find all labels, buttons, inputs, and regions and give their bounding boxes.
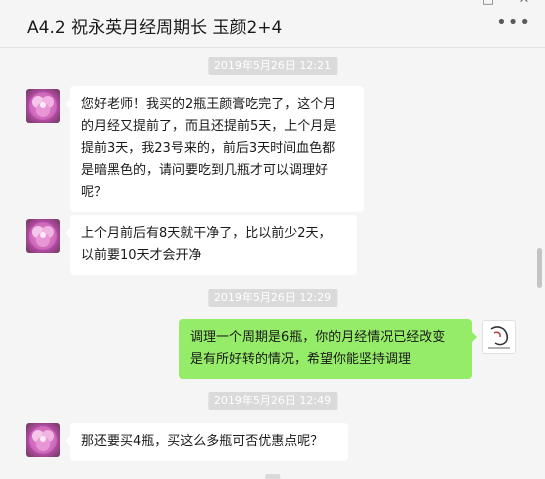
chat-title: A4.2 祝永英月经周期长 玉颜2+4: [27, 18, 283, 38]
chat-header: A4.2 祝永英月经周期长 玉颜2+4 − □ ✕ •••: [0, 0, 545, 48]
avatar[interactable]: [26, 219, 60, 253]
maximize-icon[interactable]: □: [481, 0, 495, 8]
avatar[interactable]: [26, 423, 60, 457]
message-text: 以前要10天才会开净: [81, 248, 202, 263]
message-bubble[interactable]: 上个月前后有8天就干净了，比以前少2天， 以前要10天才会开净: [65, 215, 357, 275]
message-text: 调理一个周期是6瓶，你的月经情况已经改变: [190, 330, 446, 345]
avatar[interactable]: [26, 89, 60, 123]
timestamp: [264, 474, 281, 479]
close-icon[interactable]: ✕: [517, 0, 531, 8]
message-text: 呢？: [81, 185, 108, 200]
timestamp: 2019年5月26日 12:29: [207, 289, 338, 307]
timestamp: 2019年5月26日 12:49: [207, 392, 338, 410]
flower-icon: [29, 92, 57, 120]
message-bubble[interactable]: 您好老师！我买的2瓶王颜膏吃完了，这个月 的月经又提前了，而且还提前5天，上个月…: [65, 86, 364, 212]
message-bubble[interactable]: 那还要买4瓶，买这么多瓶可否优惠点呢？: [65, 423, 348, 461]
timestamp: 2019年5月26日 12:21: [207, 57, 338, 75]
minimize-icon[interactable]: −: [445, 0, 459, 8]
message-text: 那还要买4瓶，买这么多瓶可否优惠点呢？: [81, 434, 324, 449]
flower-icon: [29, 222, 57, 250]
window-controls: − □ ✕: [445, 0, 531, 8]
message-text: 您好老师！我买的2瓶王颜膏吃完了，这个月: [81, 97, 337, 112]
avatar[interactable]: [482, 320, 516, 354]
message-text: 是暗黑色的，请问要吃到几瓶才可以调理好: [81, 163, 329, 178]
more-icon[interactable]: •••: [496, 14, 531, 32]
message-text: 是有所好转的情况，希望你能坚持调理: [190, 352, 412, 367]
message-text: 提前3天，我23号来的，前后3天时间血色都: [81, 141, 336, 156]
message-bubble[interactable]: 调理一个周期是6瓶，你的月经情况已经改变 是有所好转的情况，希望你能坚持调理: [179, 319, 477, 379]
message-text: 的月经又提前了，而且还提前5天，上个月是: [81, 119, 337, 134]
flower-icon: [29, 426, 57, 454]
scrollbar[interactable]: [537, 248, 542, 288]
logo-icon: [488, 326, 510, 349]
message-text: 上个月前后有8天就干净了，比以前少2天，: [81, 226, 332, 241]
